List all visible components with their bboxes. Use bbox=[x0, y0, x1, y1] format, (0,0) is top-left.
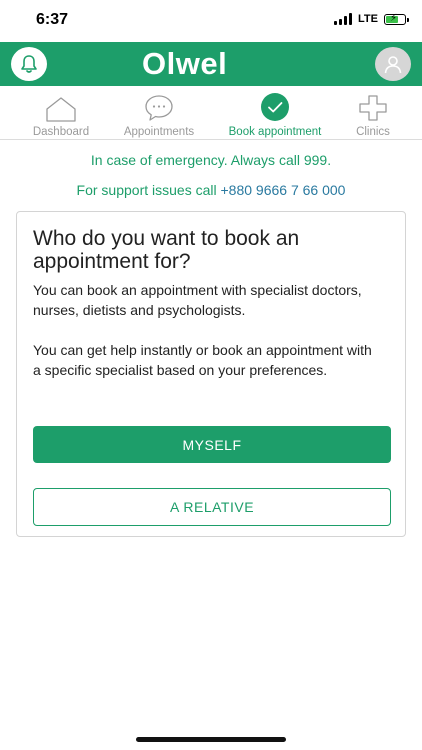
card-title: Who do you want to book an appointment f… bbox=[33, 227, 300, 273]
card-description-secondary: You can get help instantly or book an ap… bbox=[33, 342, 372, 378]
home-indicator[interactable] bbox=[136, 737, 286, 742]
tab-dashboard[interactable]: Dashboard bbox=[25, 86, 97, 139]
medical-cross-icon bbox=[359, 95, 387, 121]
status-bar: 6:37 LTE ⚡ bbox=[0, 0, 422, 42]
status-time: 6:37 bbox=[36, 11, 69, 28]
chat-bubble-icon bbox=[145, 95, 173, 121]
tab-label: Appointments bbox=[123, 126, 195, 138]
tab-label: Clinics bbox=[356, 126, 390, 138]
battery-icon: ⚡ bbox=[384, 13, 409, 25]
tab-book-appointment[interactable]: Book appointment bbox=[222, 86, 328, 139]
tab-clinics[interactable]: Clinics bbox=[348, 86, 398, 139]
myself-button[interactable]: MYSELF bbox=[33, 426, 391, 463]
notifications-button[interactable] bbox=[11, 47, 47, 81]
signal-icon bbox=[334, 13, 353, 25]
user-icon bbox=[384, 56, 402, 74]
profile-button[interactable] bbox=[375, 47, 411, 81]
tab-bar: Dashboard Appointments Book appointment bbox=[0, 86, 422, 140]
network-label: LTE bbox=[358, 13, 378, 25]
card-description: You can book an appointment with special… bbox=[33, 282, 362, 318]
tab-appointments[interactable]: Appointments bbox=[118, 86, 200, 139]
support-notice: For support issues call +880 9666 7 66 0… bbox=[0, 182, 422, 198]
emergency-notice: In case of emergency. Always call 999. bbox=[90, 152, 332, 168]
tab-label: Book appointment bbox=[228, 126, 322, 138]
bell-icon bbox=[21, 55, 37, 73]
check-circle-icon bbox=[261, 93, 289, 121]
status-indicators: LTE ⚡ bbox=[334, 13, 409, 25]
support-phone-link[interactable]: +880 9666 7 66 000 bbox=[220, 182, 345, 198]
relative-button[interactable]: A RELATIVE bbox=[33, 488, 391, 526]
booking-card: Who do you want to book an appointment f… bbox=[16, 211, 406, 537]
tab-label: Dashboard bbox=[32, 126, 90, 138]
house-icon bbox=[46, 97, 76, 122]
support-label: For support issues call bbox=[76, 182, 217, 198]
logo-text: Olwel bbox=[142, 46, 228, 81]
app-header: Olwel bbox=[0, 42, 422, 86]
app-logo: Olwel bbox=[142, 46, 227, 82]
